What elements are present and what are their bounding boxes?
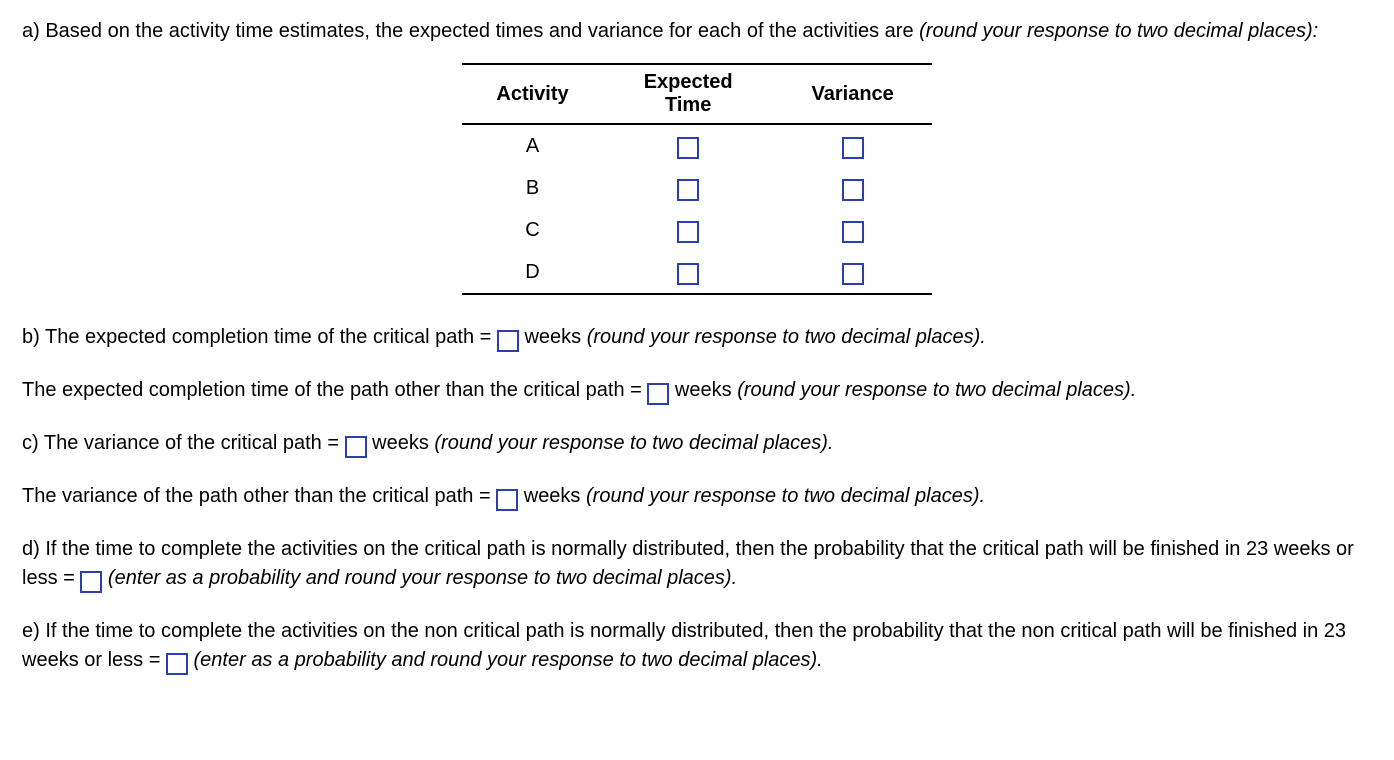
part-a-text: a) Based on the activity time estimates,…	[22, 20, 919, 42]
part-b-line1: b) The expected completion time of the c…	[22, 323, 1372, 352]
col-header-activity: Activity	[462, 64, 603, 124]
part-c-line2: The variance of the path other than the …	[22, 482, 1372, 511]
critical-path-time-input[interactable]	[497, 330, 519, 352]
part-c-line2-unit: weeks	[518, 485, 586, 507]
col-header-expected-line2: Time	[607, 94, 769, 117]
variance-input-c[interactable]	[842, 221, 864, 243]
part-b-line1-pre: b) The expected completion time of the c…	[22, 326, 497, 348]
part-d-hint: (enter as a probability and round your r…	[102, 567, 737, 589]
part-a-prompt: a) Based on the activity time estimates,…	[22, 18, 1372, 45]
part-d-line: d) If the time to complete the activitie…	[22, 535, 1372, 593]
expected-time-input-c[interactable]	[677, 221, 699, 243]
part-b-line2-unit: weeks	[669, 379, 737, 401]
part-b-line1-hint: (round your response to two decimal plac…	[587, 326, 986, 348]
variance-input-b[interactable]	[842, 179, 864, 201]
expected-time-input-d[interactable]	[677, 263, 699, 285]
part-c-line1-hint: (round your response to two decimal plac…	[434, 432, 833, 454]
part-e-hint: (enter as a probability and round your r…	[188, 649, 823, 671]
part-b-line1-unit: weeks	[519, 326, 587, 348]
col-header-expected-line1: Expected	[607, 71, 769, 94]
critical-path-prob-input[interactable]	[80, 571, 102, 593]
col-header-variance: Variance	[773, 64, 932, 124]
part-c-line1-pre: c) The variance of the critical path =	[22, 432, 345, 454]
activity-cell: D	[462, 251, 603, 294]
table-row: C	[462, 209, 932, 251]
part-e-line: e) If the time to complete the activitie…	[22, 617, 1372, 675]
variance-input-a[interactable]	[842, 137, 864, 159]
other-path-time-input[interactable]	[647, 383, 669, 405]
activity-table-wrap: Activity Expected Time Variance A B	[22, 63, 1372, 295]
part-b-line2: The expected completion time of the path…	[22, 376, 1372, 405]
part-c-line1: c) The variance of the critical path = w…	[22, 429, 1372, 458]
part-b-line2-hint: (round your response to two decimal plac…	[737, 379, 1136, 401]
expected-time-input-a[interactable]	[677, 137, 699, 159]
activity-cell: B	[462, 167, 603, 209]
table-row: B	[462, 167, 932, 209]
activity-cell: A	[462, 124, 603, 167]
table-row: D	[462, 251, 932, 294]
activity-table: Activity Expected Time Variance A B	[462, 63, 932, 295]
question-page: a) Based on the activity time estimates,…	[0, 0, 1394, 729]
part-c-line2-hint: (round your response to two decimal plac…	[586, 485, 985, 507]
part-c-line2-pre: The variance of the path other than the …	[22, 485, 496, 507]
part-b-line2-pre: The expected completion time of the path…	[22, 379, 647, 401]
activity-cell: C	[462, 209, 603, 251]
critical-path-variance-input[interactable]	[345, 436, 367, 458]
other-path-variance-input[interactable]	[496, 489, 518, 511]
variance-input-d[interactable]	[842, 263, 864, 285]
noncritical-path-prob-input[interactable]	[166, 653, 188, 675]
table-row: A	[462, 124, 932, 167]
expected-time-input-b[interactable]	[677, 179, 699, 201]
part-c-line1-unit: weeks	[367, 432, 435, 454]
part-a-hint: (round your response to two decimal plac…	[919, 20, 1318, 42]
col-header-expected: Expected Time	[603, 64, 773, 124]
